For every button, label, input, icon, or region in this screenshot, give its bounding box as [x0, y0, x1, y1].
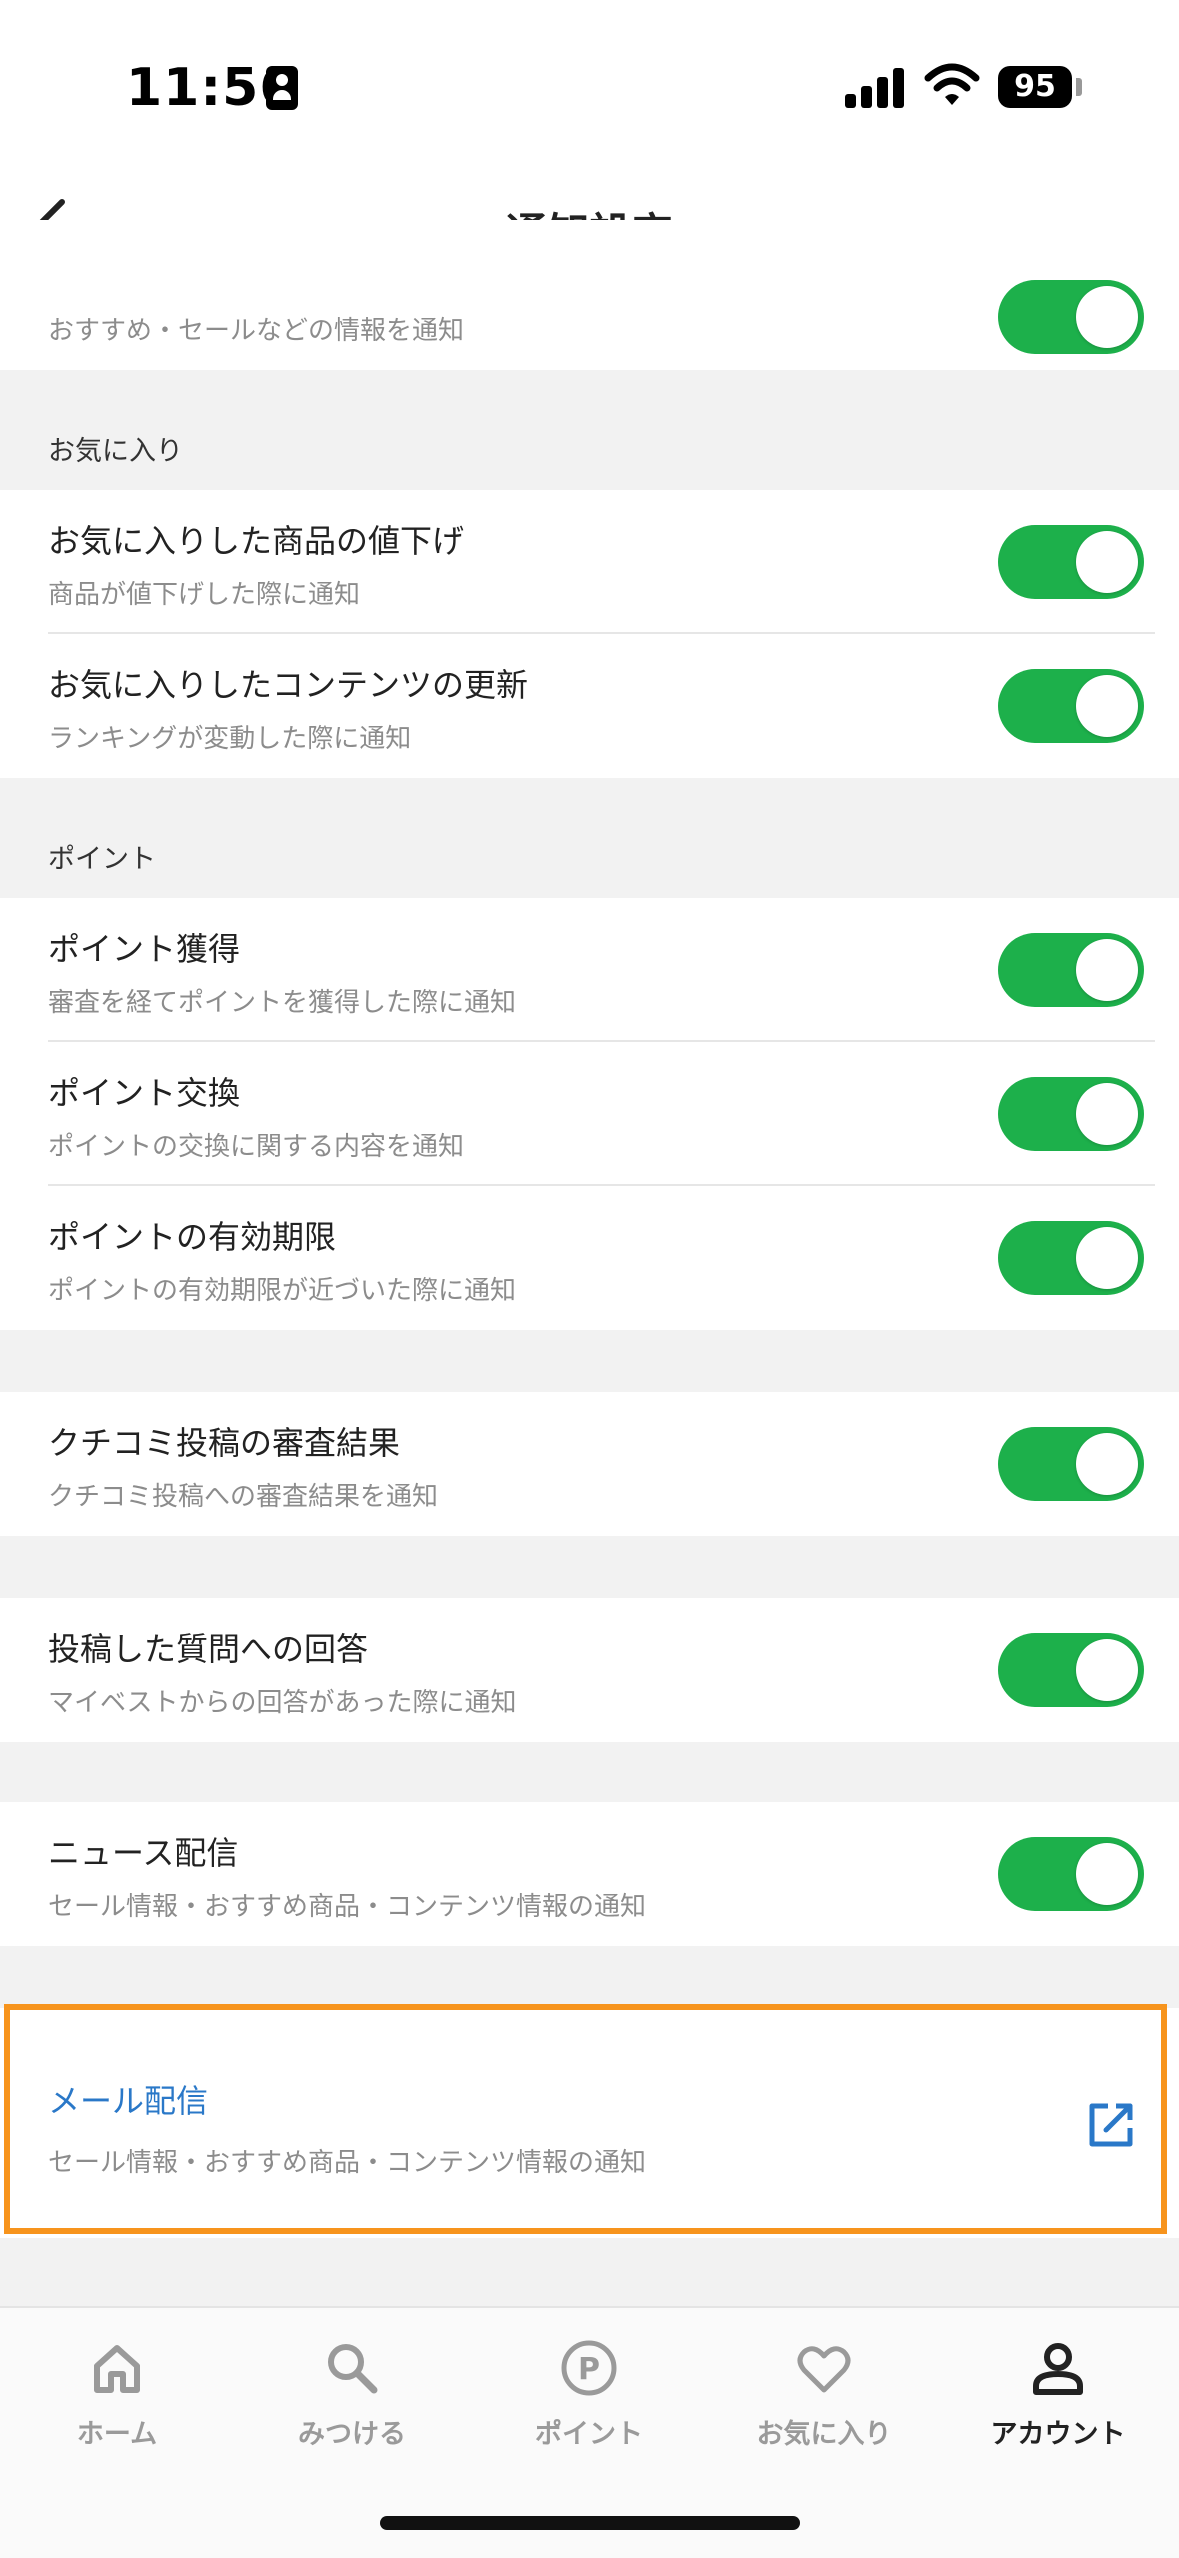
toggle-knob [1076, 531, 1138, 593]
section-title: ポイント [48, 844, 156, 875]
tab-account[interactable]: アカウント [958, 2338, 1158, 2451]
search-icon [328, 2344, 378, 2394]
settings-row-news: ニュース配信 セール情報・おすすめ商品・コンテンツ情報の通知 [0, 1802, 1179, 1946]
tab-discover[interactable]: みつける [252, 2338, 452, 2451]
toggle-knob [1076, 939, 1138, 1001]
row-subtitle: 審査を経てポイントを獲得した際に通知 [48, 988, 517, 1018]
row-title: ポイントの有効期限 [48, 1218, 337, 1256]
toggle-knob [1076, 675, 1138, 737]
row-subtitle: ランキングが変動した際に通知 [48, 724, 412, 754]
favorite-content-update-toggle[interactable] [998, 669, 1144, 743]
battery-indicator: 95 [998, 66, 1072, 108]
point-exchange-toggle[interactable] [998, 1077, 1144, 1151]
row-subtitle: おすすめ・セールなどの情報を通知 [48, 316, 465, 346]
point-expiry-toggle[interactable] [998, 1221, 1144, 1295]
settings-row-recommend: おすすめ・セールなどの情報を通知 [0, 220, 1179, 370]
point-earned-toggle[interactable] [998, 933, 1144, 1007]
row-title: ポイント獲得 [48, 930, 241, 968]
tab-label: お気に入り [756, 2419, 892, 2450]
svg-text:P: P [578, 2352, 600, 2387]
row-title: ポイント交換 [48, 1074, 241, 1112]
news-toggle[interactable] [998, 1837, 1144, 1911]
row-title: クチコミ投稿の審査結果 [48, 1424, 401, 1462]
settings-row-point-earned: ポイント獲得 審査を経てポイントを獲得した際に通知 [0, 898, 1179, 1042]
tab-label: ポイント [535, 2419, 643, 2450]
toggle-knob [1076, 1433, 1138, 1495]
settings-row-point-exchange: ポイント交換 ポイントの交換に関する内容を通知 [0, 1042, 1179, 1186]
row-subtitle: マイベストからの回答があった際に通知 [48, 1688, 517, 1718]
status-bar: 11:56 95 [0, 0, 1179, 150]
home-icon [94, 2345, 140, 2393]
question-answer-toggle[interactable] [998, 1633, 1144, 1707]
home-indicator [380, 2516, 800, 2530]
row-title: ニュース配信 [48, 1834, 239, 1872]
settings-row-favorite-price-drop: お気に入りした商品の値下げ 商品が値下げした際に通知 [0, 490, 1179, 634]
toggle-knob [1076, 286, 1138, 348]
row-subtitle: ポイントの交換に関する内容を通知 [48, 1132, 465, 1162]
toggle-knob [1076, 1227, 1138, 1289]
section-title: お気に入り [48, 436, 183, 467]
contact-card-icon [266, 66, 298, 110]
section-header-favorites: お気に入り [0, 370, 1179, 490]
row-subtitle: 商品が値下げした際に通知 [48, 580, 361, 610]
external-link-icon[interactable] [1086, 2100, 1136, 2150]
review-result-toggle[interactable] [998, 1427, 1144, 1501]
cellular-signal-icon [845, 66, 905, 108]
row-subtitle: セール情報・おすすめ商品・コンテンツ情報の通知 [48, 2148, 647, 2178]
settings-row-favorite-content-update: お気に入りしたコンテンツの更新 ランキングが変動した際に通知 [0, 634, 1179, 778]
battery-tip [1076, 78, 1082, 96]
tab-label: みつける [298, 2419, 406, 2450]
toggle-knob [1076, 1843, 1138, 1905]
tab-favorites[interactable]: お気に入り [724, 2338, 924, 2451]
heart-icon [797, 2346, 851, 2393]
account-icon [1033, 2343, 1083, 2395]
tab-label: アカウント [990, 2419, 1126, 2450]
settings-row-question-answer: 投稿した質問への回答 マイベストからの回答があった際に通知 [0, 1598, 1179, 1742]
wifi-icon [924, 63, 980, 105]
recommend-toggle[interactable] [998, 280, 1144, 354]
tab-points[interactable]: P ポイント [489, 2338, 689, 2451]
section-header-points: ポイント [0, 778, 1179, 898]
row-subtitle: クチコミ投稿への審査結果を通知 [48, 1482, 439, 1512]
row-subtitle: セール情報・おすすめ商品・コンテンツ情報の通知 [48, 1892, 647, 1922]
row-title: お気に入りした商品の値下げ [48, 522, 465, 560]
mail-delivery-link[interactable]: メール配信 [48, 2076, 208, 2122]
tab-home[interactable]: ホーム [17, 2338, 217, 2451]
point-icon: P [561, 2340, 617, 2396]
settings-row-review-result: クチコミ投稿の審査結果 クチコミ投稿への審査結果を通知 [0, 1392, 1179, 1536]
toggle-knob [1076, 1083, 1138, 1145]
row-title: 投稿した質問への回答 [48, 1630, 369, 1668]
tab-label: ホーム [76, 2419, 158, 2450]
row-title: お気に入りしたコンテンツの更新 [48, 666, 529, 704]
settings-row-point-expiry: ポイントの有効期限 ポイントの有効期限が近づいた際に通知 [0, 1186, 1179, 1330]
favorite-price-drop-toggle[interactable] [998, 525, 1144, 599]
toggle-knob [1076, 1639, 1138, 1701]
row-subtitle: ポイントの有効期限が近づいた際に通知 [48, 1276, 517, 1306]
